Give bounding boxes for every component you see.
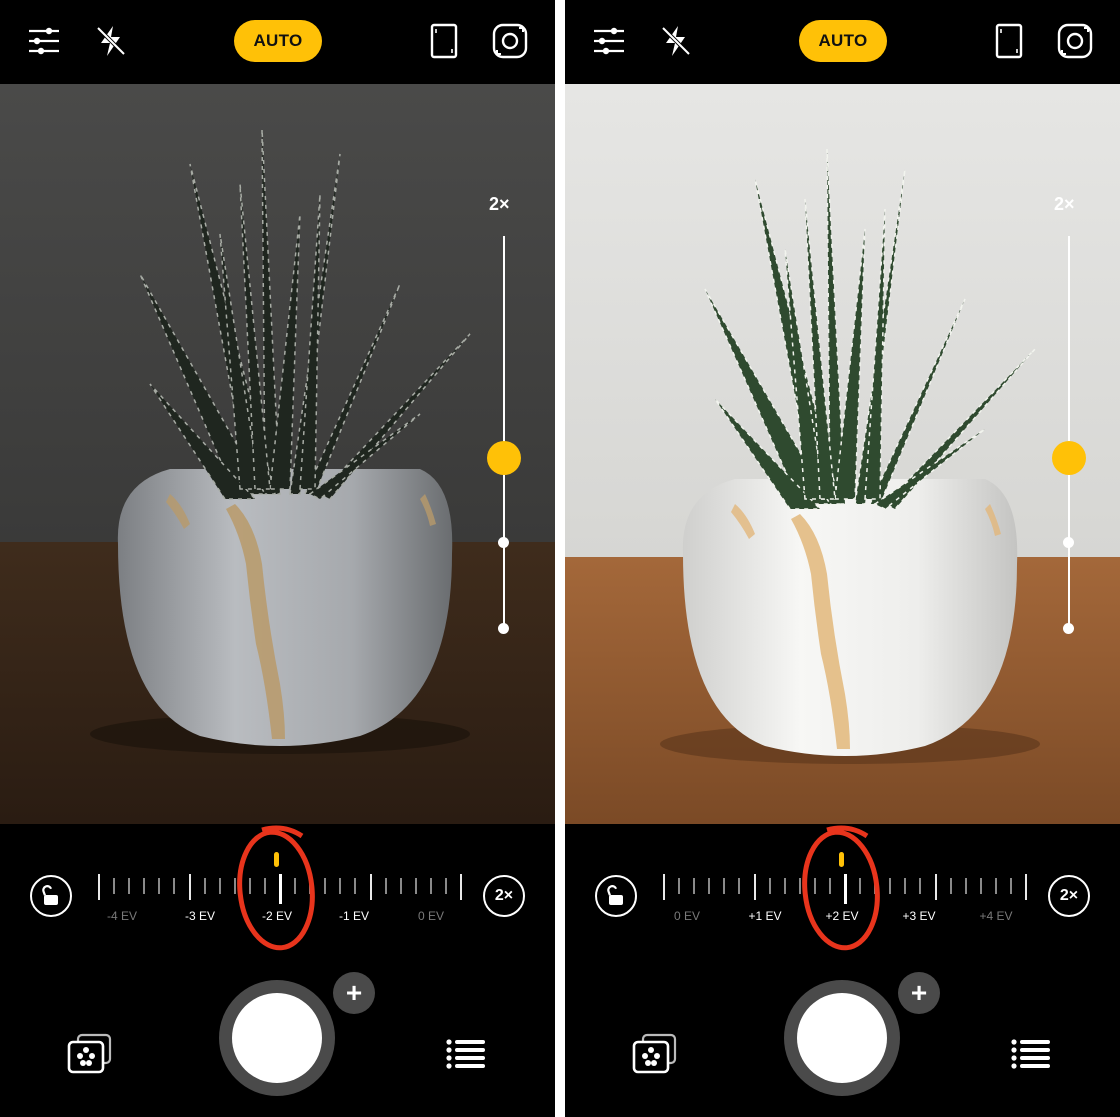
ev-tick: [1010, 878, 1012, 894]
ev-tick: [113, 878, 115, 894]
ev-tick: [754, 874, 756, 900]
exposure-lock-button[interactable]: [30, 875, 72, 917]
ev-label: -1 EV: [338, 909, 369, 923]
top-bar: AUTO: [565, 0, 1120, 84]
exposure-lock-button[interactable]: [595, 875, 637, 917]
ev-tick: [339, 878, 341, 894]
ev-dial: -4 EV -3 EV -2 EV -1 EV 0 EV 2×: [0, 824, 555, 964]
ev-dial: 0 EV +1 EV +2 EV +3 EV +4 EV 2×: [565, 824, 1120, 964]
zoom-slider-track[interactable]: [503, 236, 505, 629]
zoom-level-label: 2×: [1054, 194, 1075, 214]
shutter-button-inner[interactable]: [232, 993, 322, 1083]
ev-tick: [784, 878, 786, 894]
ev-tick: [204, 878, 206, 894]
flash-off-icon[interactable]: [657, 22, 695, 60]
zoom-slider-stop[interactable]: [1063, 623, 1074, 634]
ev-tick: [173, 878, 175, 894]
camera-screen-bright: AUTO 2× 0 EV +1 EV +2 EV +3 EV +4 EV 2× …: [565, 0, 1120, 1117]
ev-tick: [128, 878, 130, 894]
ev-tick: [663, 874, 665, 900]
menu-list-icon[interactable]: [1011, 1039, 1051, 1069]
zoom-level-label: 2×: [489, 194, 510, 214]
top-bar: AUTO: [0, 0, 555, 84]
annotation-circle: [802, 825, 880, 951]
unlock-icon: [607, 885, 623, 905]
auto-mode-button[interactable]: AUTO: [799, 20, 887, 62]
annotation-circle: [237, 825, 315, 951]
zoom-2x-button[interactable]: 2×: [483, 875, 525, 917]
zoom-slider-stop[interactable]: [498, 537, 509, 548]
shutter-button-inner[interactable]: [797, 993, 887, 1083]
ev-tick: [143, 878, 145, 894]
screenshot-divider: [555, 0, 565, 1117]
ev-tick: [158, 878, 160, 894]
auto-mode-button[interactable]: AUTO: [234, 20, 322, 62]
zoom-slider-stop[interactable]: [498, 623, 509, 634]
ev-label: +4 EV: [979, 909, 1013, 923]
ev-tick: [385, 878, 387, 894]
camera-screen-dark: AUTO 2× -4 EV -3 EV -2 EV -1 EV 0 EV 2× …: [0, 0, 555, 1117]
ev-label: -3 EV: [184, 909, 215, 923]
ev-label: -4 EV: [106, 909, 137, 923]
viewfinder[interactable]: 2×: [565, 84, 1120, 824]
add-button[interactable]: +: [333, 972, 375, 1014]
switch-camera-icon[interactable]: [491, 22, 529, 60]
ev-tick: [995, 878, 997, 894]
ev-tick: [1025, 874, 1027, 900]
flash-off-icon[interactable]: [92, 22, 130, 60]
ev-tick: [723, 878, 725, 894]
ev-tick: [370, 874, 372, 900]
ev-tick: [738, 878, 740, 894]
zoom-slider-knob[interactable]: [487, 441, 521, 475]
ev-tick: [980, 878, 982, 894]
ev-tick: [904, 878, 906, 894]
ev-tick: [219, 878, 221, 894]
ev-tick: [678, 878, 680, 894]
ev-label: +3 EV: [902, 909, 936, 923]
ev-tick: [354, 878, 356, 894]
shutter-button[interactable]: [219, 980, 335, 1096]
zoom-2x-button[interactable]: 2×: [1048, 875, 1090, 917]
ev-tick: [460, 874, 462, 900]
ev-tick: [769, 878, 771, 894]
ev-label: +1 EV: [748, 909, 782, 923]
ev-tick: [400, 878, 402, 894]
ev-tick: [415, 878, 417, 894]
ev-tick: [965, 878, 967, 894]
gallery-icon[interactable]: [66, 1033, 114, 1075]
gallery-icon[interactable]: [631, 1033, 679, 1075]
ev-tick: [919, 878, 921, 894]
ev-tick: [708, 878, 710, 894]
ev-label: 0 EV: [417, 909, 444, 923]
ev-label: 0 EV: [673, 909, 700, 923]
add-button[interactable]: +: [898, 972, 940, 1014]
ev-tick: [445, 878, 447, 894]
ev-tick: [935, 874, 937, 900]
plant-photo: [0, 84, 555, 824]
shutter-button[interactable]: [784, 980, 900, 1096]
ev-tick: [950, 878, 952, 894]
ev-tick: [889, 878, 891, 894]
unlock-icon: [42, 885, 58, 905]
aspect-ratio-icon[interactable]: [425, 22, 463, 60]
aspect-ratio-icon[interactable]: [990, 22, 1028, 60]
zoom-slider-track[interactable]: [1068, 236, 1070, 629]
ev-tick: [189, 874, 191, 900]
zoom-slider-knob[interactable]: [1052, 441, 1086, 475]
switch-camera-icon[interactable]: [1056, 22, 1094, 60]
settings-sliders-icon[interactable]: [590, 22, 628, 60]
viewfinder[interactable]: 2×: [0, 84, 555, 824]
ev-tick: [324, 878, 326, 894]
menu-list-icon[interactable]: [446, 1039, 486, 1069]
ev-tick: [430, 878, 432, 894]
ev-tick: [693, 878, 695, 894]
settings-sliders-icon[interactable]: [25, 22, 63, 60]
ev-tick: [98, 874, 100, 900]
plant-photo: [565, 84, 1120, 824]
zoom-slider-stop[interactable]: [1063, 537, 1074, 548]
